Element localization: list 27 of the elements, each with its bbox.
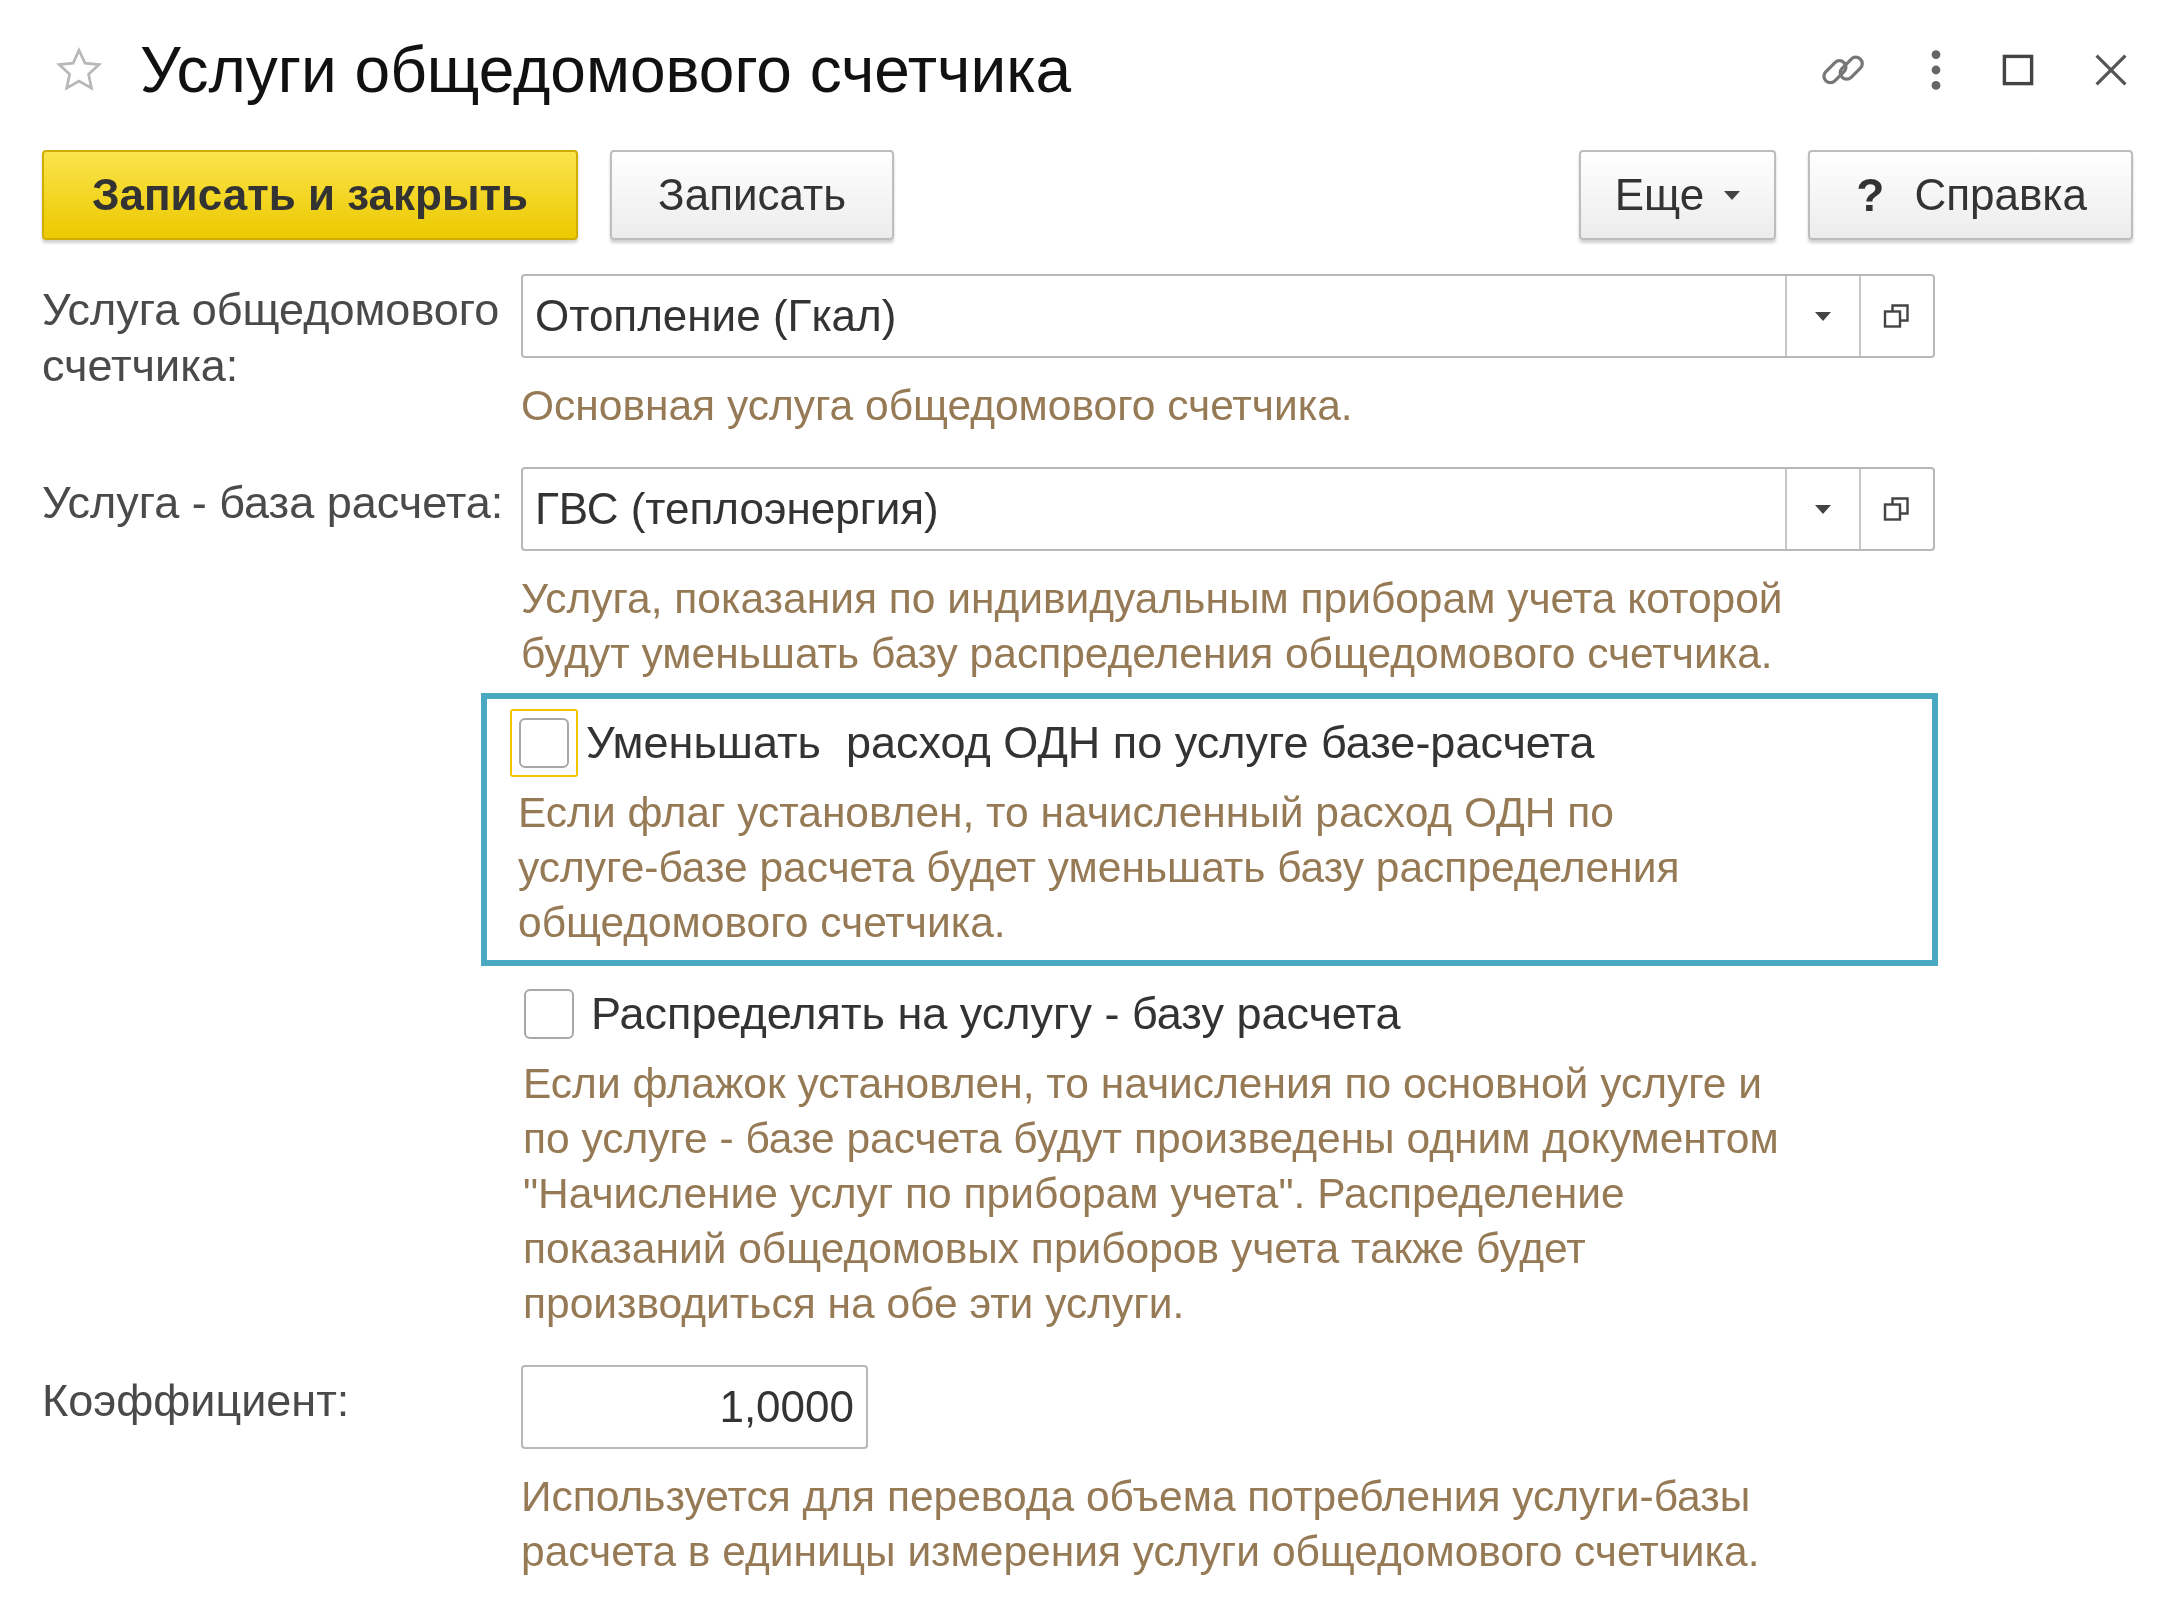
close-icon[interactable]	[2093, 52, 2129, 88]
more-menu-button[interactable]: Еще	[1578, 150, 1777, 240]
window-title: Услуги общедомового счетчика	[140, 33, 1072, 107]
field-label: Услуга общедомового счетчика:	[42, 283, 501, 393]
open-icon[interactable]	[1882, 494, 1912, 524]
field-label: Коэффициент:	[42, 1374, 351, 1428]
open-icon[interactable]	[1882, 301, 1912, 331]
number-field[interactable]: 1,0000	[521, 1365, 868, 1449]
checkbox[interactable]	[510, 709, 578, 777]
more-icon[interactable]	[1929, 48, 1943, 92]
field-label: Услуга - база расчета:	[42, 476, 505, 530]
checkbox-label[interactable]: Уменьшать расход ОДН по услуге базе-расчета	[586, 717, 1595, 769]
field-hint: Услуга, показания по индивидуальным приборам учета которой будут уменьшать базу распределения общедомового счетчика.	[521, 574, 1784, 679]
dropdown-icon[interactable]	[1815, 504, 1831, 514]
select-field[interactable]: ГВС (теплоэнергия)	[521, 467, 1935, 551]
save-and-close-button[interactable]: Записать и закрыть	[42, 150, 579, 240]
field-hint: Используется для перевода объема потребления услуги-базы расчета в единицы измерения услуги общедомового счетчика.	[521, 1472, 1761, 1577]
maximize-icon[interactable]	[2001, 53, 2035, 87]
checkbox-label[interactable]: Распределять на услугу - базу расчета	[591, 988, 1401, 1040]
caret-icon	[1724, 190, 1741, 200]
field-hint: Основная услуга общедомового счетчика.	[521, 381, 1354, 431]
select-field[interactable]: Отопление (Гкал)	[521, 274, 1935, 358]
dropdown-icon[interactable]	[1815, 311, 1831, 321]
save-button[interactable]: Записать	[610, 150, 895, 240]
checkbox-hint: Если флажок установлен, то начисления по основной услуге и по услуге - базе расчета будут произведены одним документом "Начисление услуг по приборам учета". Распределение показаний общедомовых приборов учета также будет производиться на обе эти услуги.	[522, 1059, 1780, 1329]
checkbox-hint: Если флаг установлен, то начисленный расход ОДН по услуге-базе расчета будет уменьшать базу распределения общедомового счетчика.	[517, 788, 1681, 948]
help-button[interactable]: ? Справка	[1808, 150, 2133, 240]
